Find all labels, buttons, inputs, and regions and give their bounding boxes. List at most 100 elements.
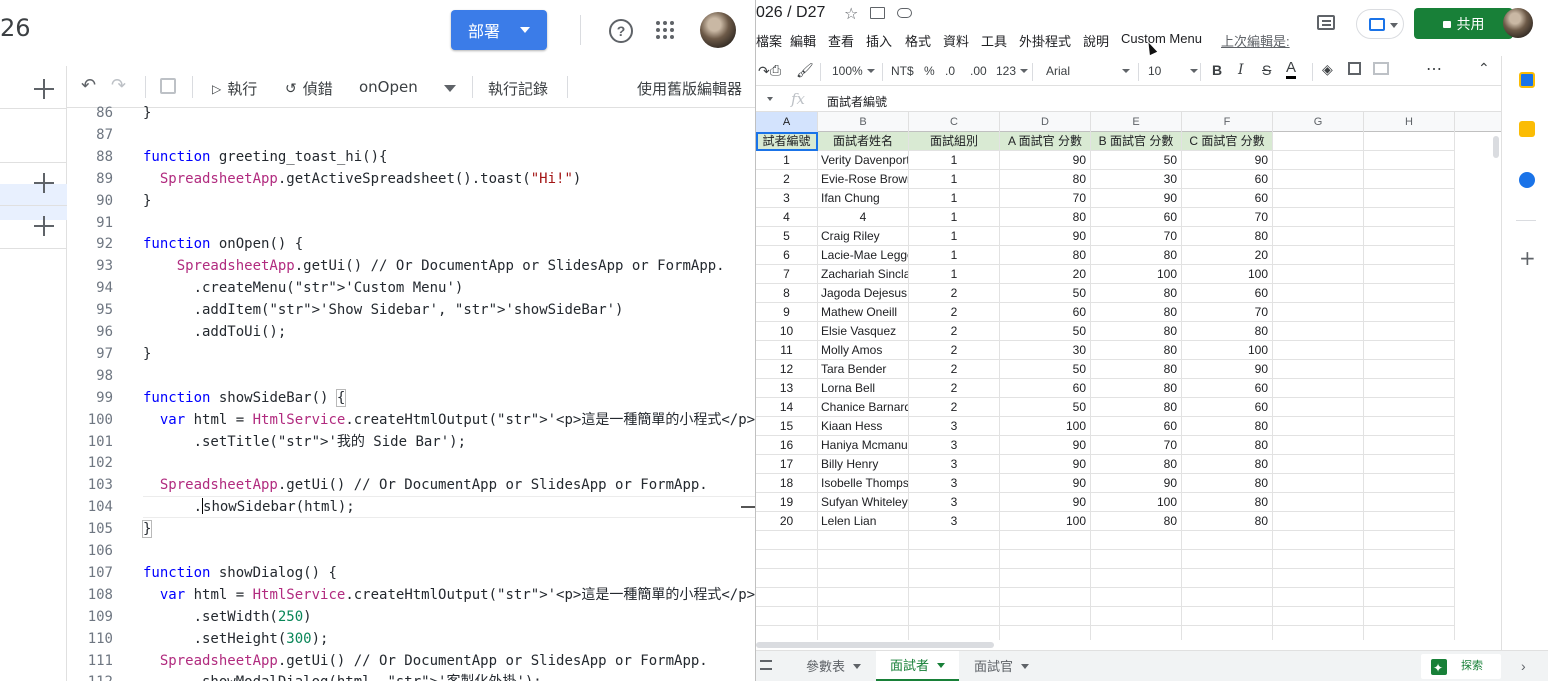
code-line[interactable]: 108 var html = HtmlService.createHtmlOut… xyxy=(67,584,755,606)
cell[interactable] xyxy=(1364,493,1455,512)
percent-format-button[interactable]: % xyxy=(924,64,935,78)
add-file-icon[interactable] xyxy=(34,79,54,99)
cell[interactable] xyxy=(1364,341,1455,360)
cell[interactable]: 1 xyxy=(756,151,818,170)
cell[interactable]: 80 xyxy=(1182,322,1273,341)
menu-file[interactable]: 檔案 xyxy=(756,31,782,50)
cell[interactable] xyxy=(1273,303,1364,322)
cell[interactable]: 90 xyxy=(1182,151,1273,170)
cell[interactable] xyxy=(1091,569,1182,588)
cell[interactable] xyxy=(1273,379,1364,398)
cell[interactable]: 60 xyxy=(1182,398,1273,417)
cell[interactable]: 60 xyxy=(1091,208,1182,227)
cell[interactable] xyxy=(1364,588,1455,607)
cell[interactable]: 50 xyxy=(1000,322,1091,341)
cell[interactable] xyxy=(756,588,818,607)
cell[interactable] xyxy=(1364,208,1455,227)
cell[interactable]: 2 xyxy=(909,398,1000,417)
column-header-g[interactable]: G xyxy=(1273,112,1364,132)
cell[interactable] xyxy=(1273,170,1364,189)
cell[interactable]: 13 xyxy=(756,379,818,398)
strikethrough-button[interactable]: S xyxy=(1262,62,1271,78)
cell[interactable]: 60 xyxy=(1091,417,1182,436)
increase-decimal-button[interactable]: .00 xyxy=(970,64,987,78)
cell[interactable]: 90 xyxy=(1000,436,1091,455)
selected-cell[interactable]: 試者編號 xyxy=(756,132,818,151)
column-header-d[interactable]: D xyxy=(1000,112,1091,132)
cell[interactable] xyxy=(1364,151,1455,170)
cell[interactable] xyxy=(1182,588,1273,607)
cell[interactable]: 30 xyxy=(1091,170,1182,189)
cell[interactable]: 100 xyxy=(1182,341,1273,360)
cell[interactable]: 3 xyxy=(909,417,1000,436)
cell[interactable] xyxy=(1364,455,1455,474)
cell[interactable]: 60 xyxy=(1182,284,1273,303)
cell[interactable] xyxy=(1182,550,1273,569)
menu-help[interactable]: 說明 xyxy=(1083,31,1109,50)
header-cell[interactable] xyxy=(1273,132,1364,151)
cell[interactable]: 80 xyxy=(1182,436,1273,455)
cell[interactable] xyxy=(1091,588,1182,607)
code-line[interactable]: 94 .createMenu("str">'Custom Menu') xyxy=(67,277,755,299)
cell[interactable] xyxy=(909,626,1000,640)
cell[interactable]: 100 xyxy=(1091,493,1182,512)
column-header-c[interactable]: C xyxy=(909,112,1000,132)
code-line[interactable]: 96 .addToUi(); xyxy=(67,321,755,343)
column-header-a[interactable]: A xyxy=(756,112,818,132)
move-folder-icon[interactable] xyxy=(870,7,885,19)
more-options-icon[interactable]: ⋯ xyxy=(1426,59,1442,79)
cell[interactable]: 3 xyxy=(909,474,1000,493)
cell[interactable]: 18 xyxy=(756,474,818,493)
code-line[interactable]: 89 SpreadsheetApp.getActiveSpreadsheet()… xyxy=(67,168,755,190)
avatar[interactable] xyxy=(1503,8,1533,38)
cell[interactable]: 20 xyxy=(756,512,818,531)
cell[interactable] xyxy=(1364,322,1455,341)
header-cell[interactable]: C 面試官 分數 xyxy=(1182,132,1273,151)
cell[interactable]: 1 xyxy=(909,265,1000,284)
cell[interactable] xyxy=(1182,531,1273,550)
cell[interactable]: 20 xyxy=(1182,246,1273,265)
cell[interactable]: 70 xyxy=(1182,303,1273,322)
save-icon[interactable] xyxy=(160,78,176,94)
cell[interactable]: Haniya Mcmanus xyxy=(818,436,909,455)
menu-view[interactable]: 查看 xyxy=(828,31,854,50)
cell[interactable]: Lorna Bell xyxy=(818,379,909,398)
cell[interactable] xyxy=(1273,531,1364,550)
cell[interactable]: 90 xyxy=(1091,474,1182,493)
execution-log-button[interactable]: 執行記錄 xyxy=(488,78,548,99)
cell[interactable]: 50 xyxy=(1000,360,1091,379)
code-line[interactable]: 88 function greeting_toast_hi(){ xyxy=(67,146,755,168)
cell[interactable] xyxy=(1091,550,1182,569)
menu-insert[interactable]: 插入 xyxy=(866,31,892,50)
cell[interactable] xyxy=(1273,455,1364,474)
cell[interactable] xyxy=(1000,607,1091,626)
cell[interactable]: Tara Bender xyxy=(818,360,909,379)
cell[interactable] xyxy=(1182,569,1273,588)
code-line[interactable]: 91 xyxy=(67,212,755,234)
cell[interactable] xyxy=(1364,360,1455,379)
cell[interactable]: 50 xyxy=(1000,284,1091,303)
column-header-b[interactable]: B xyxy=(818,112,909,132)
document-title[interactable]: 026 / D27 xyxy=(756,4,825,22)
cell[interactable]: 50 xyxy=(1091,151,1182,170)
cell[interactable]: 80 xyxy=(1091,360,1182,379)
cell[interactable]: 60 xyxy=(1000,303,1091,322)
cell[interactable]: 60 xyxy=(1182,189,1273,208)
formula-input[interactable]: 面試者編號 xyxy=(827,93,887,110)
cell[interactable] xyxy=(818,626,909,640)
cell[interactable]: Kiaan Hess xyxy=(818,417,909,436)
code-line[interactable]: 103 SpreadsheetApp.getUi() // Or Documen… xyxy=(67,474,755,496)
menu-data[interactable]: 資料 xyxy=(943,31,969,50)
cell[interactable] xyxy=(1273,227,1364,246)
cell[interactable]: 17 xyxy=(756,455,818,474)
cell[interactable] xyxy=(1000,588,1091,607)
name-box-chevron-icon[interactable] xyxy=(767,97,773,101)
tab-interviewees[interactable]: 面試者 xyxy=(876,651,960,681)
cell[interactable] xyxy=(1273,436,1364,455)
cell[interactable] xyxy=(1273,474,1364,493)
chevron-down-icon[interactable] xyxy=(444,85,456,92)
code-line[interactable]: 93 SpreadsheetApp.getUi() // Or Document… xyxy=(67,255,755,277)
cell[interactable]: 90 xyxy=(1000,455,1091,474)
text-color-button[interactable]: A xyxy=(1286,60,1297,79)
cell[interactable] xyxy=(818,588,909,607)
